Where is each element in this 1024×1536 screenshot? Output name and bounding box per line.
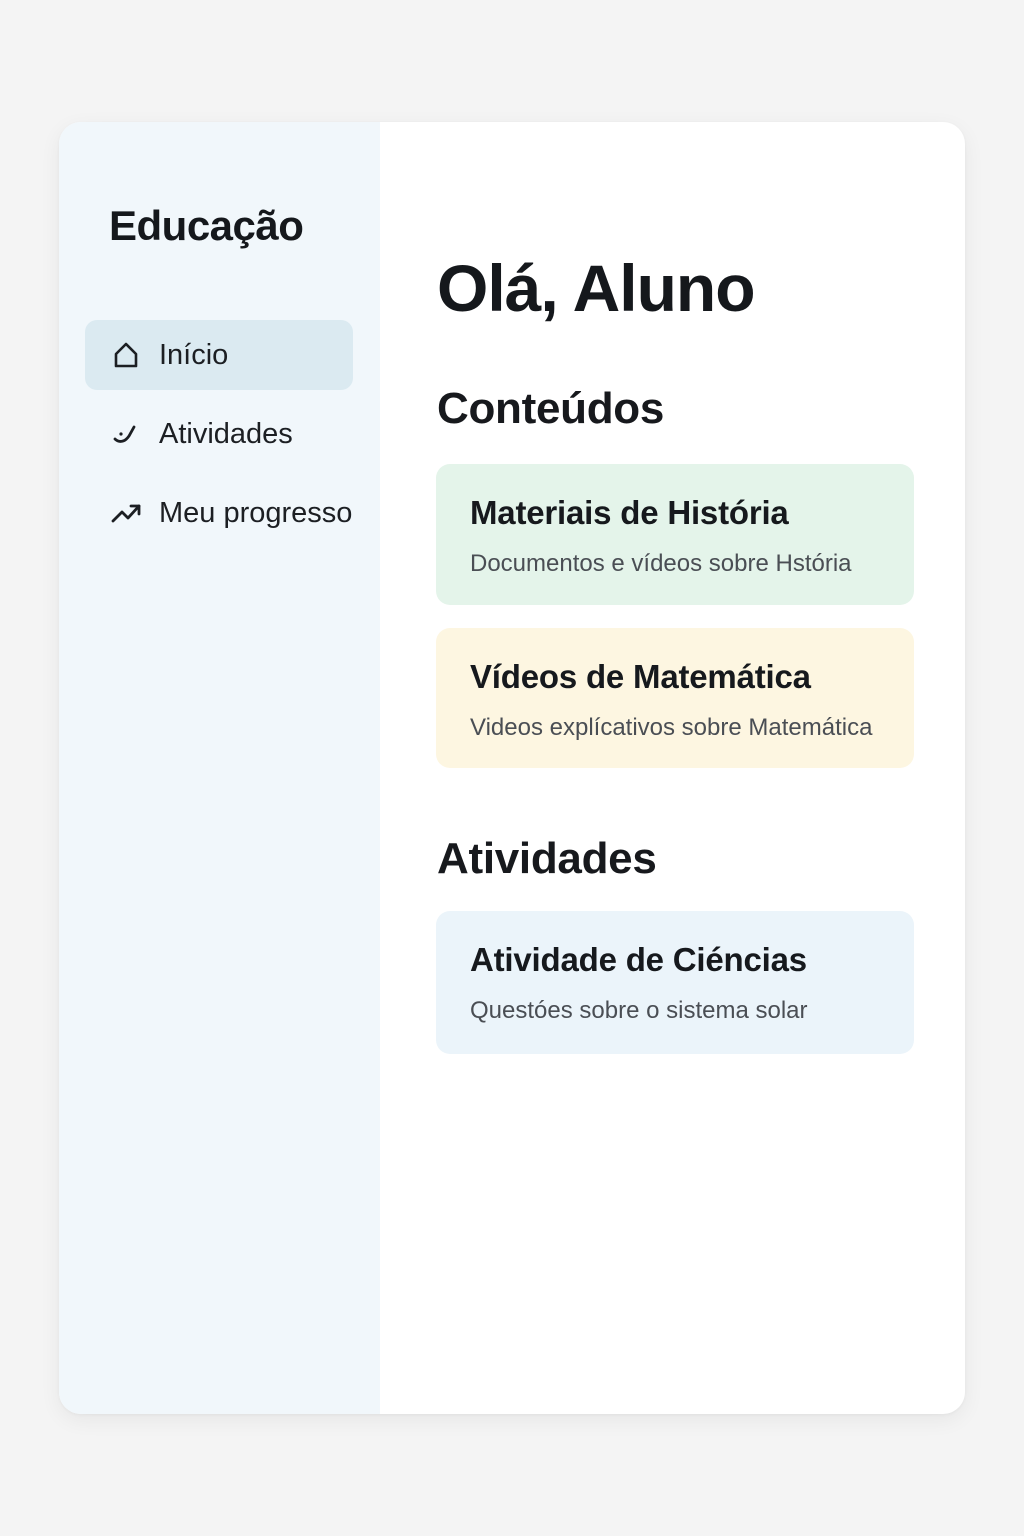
- card-description: Questóes sobre o sistema solar: [470, 997, 808, 1024]
- card-description: Documentos e vídeos sobre Hstória: [470, 550, 852, 577]
- activity-icon: [109, 417, 143, 451]
- sidebar-item-label: Início: [159, 338, 229, 371]
- section-title-atividades: Atividades: [437, 834, 657, 883]
- home-icon: [109, 338, 143, 372]
- sidebar-item-label: Atividades: [159, 417, 293, 450]
- content-card-matematica[interactable]: Vídeos de Matemática Videos explícativos…: [436, 628, 914, 768]
- brand-title: Educação: [109, 202, 304, 249]
- sidebar-item-inicio[interactable]: Início: [85, 320, 353, 390]
- app-window: Educação Início Atividades Meu progresso…: [59, 122, 965, 1414]
- card-description: Videos explícativos sobre Matemática: [470, 714, 873, 741]
- page-title: Olá, Aluno: [437, 251, 756, 325]
- card-title: Vídeos de Matemática: [470, 658, 811, 695]
- sidebar-item-meu-progresso[interactable]: Meu progresso: [85, 478, 353, 548]
- trending-up-icon: [109, 496, 143, 530]
- main-content: Olá, Aluno Conteúdos Materiais de Histór…: [380, 122, 965, 1414]
- sidebar-item-atividades[interactable]: Atividades: [85, 399, 353, 469]
- section-title-conteudos: Conteúdos: [437, 384, 665, 433]
- card-title: Atividade de Ciéncias: [470, 941, 807, 978]
- sidebar-nav: Início Atividades Meu progresso: [85, 320, 353, 557]
- activity-card-ciencias[interactable]: Atividade de Ciéncias Questóes sobre o s…: [436, 911, 914, 1054]
- content-card-historia[interactable]: Materiais de História Documentos e vídeo…: [436, 464, 914, 605]
- sidebar-item-label: Meu progresso: [159, 496, 353, 529]
- sidebar: Educação Início Atividades Meu progresso: [59, 122, 380, 1414]
- card-title: Materiais de História: [470, 494, 789, 531]
